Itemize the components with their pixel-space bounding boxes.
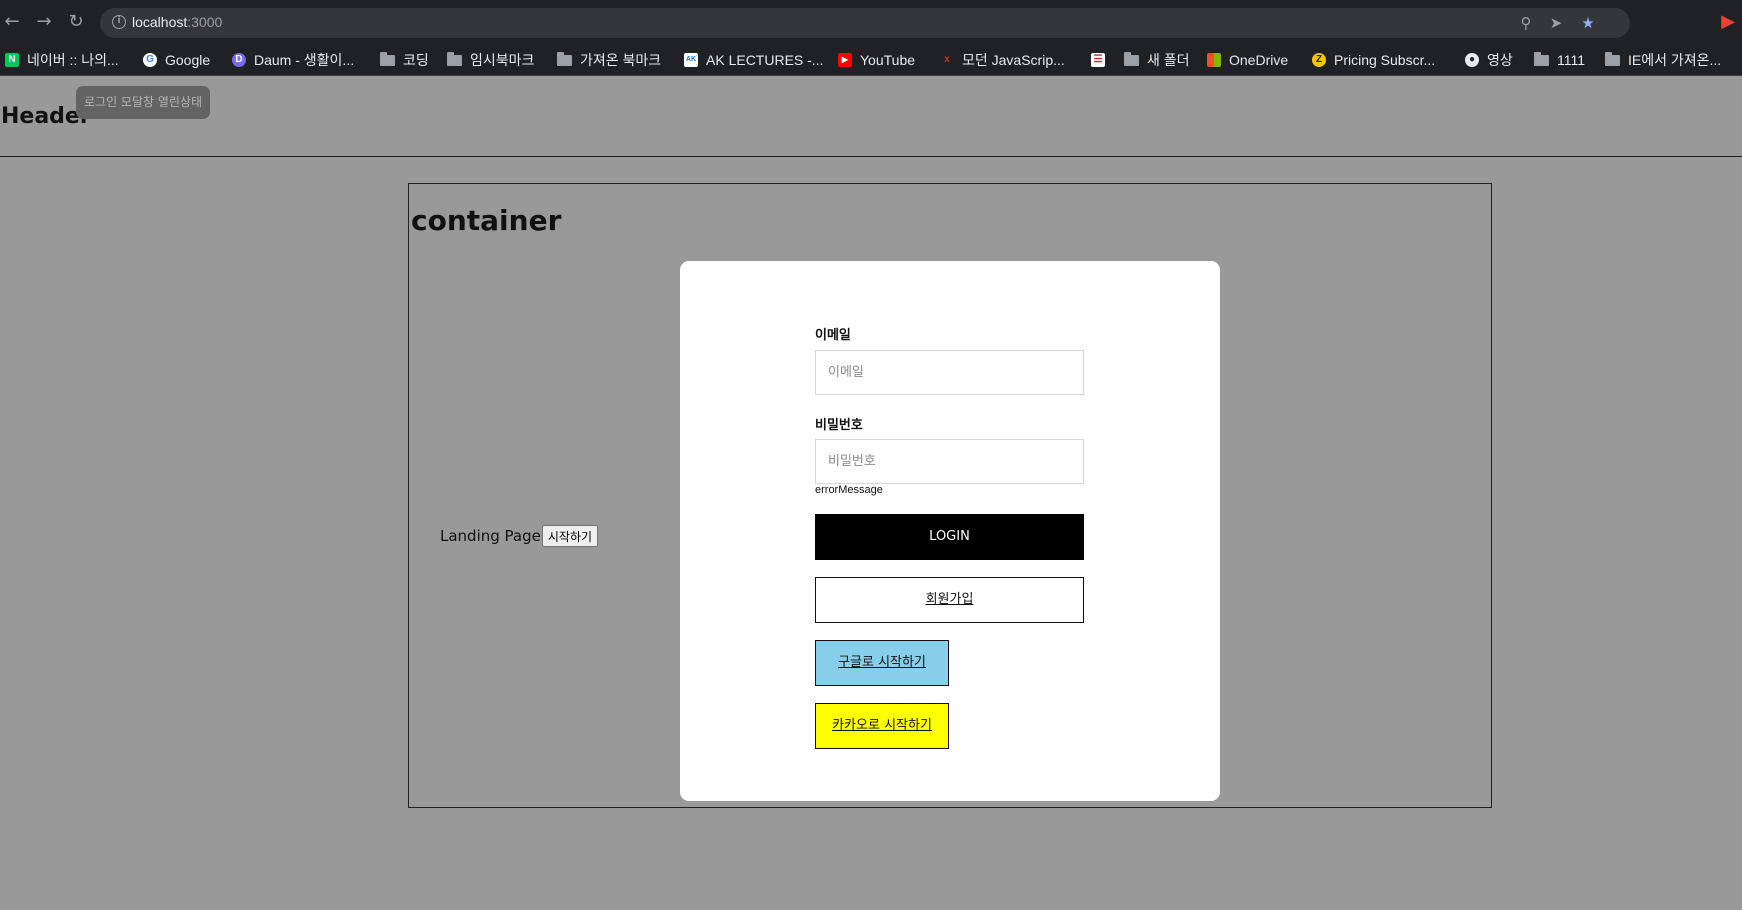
bookmark-label: 영상 (1487, 52, 1513, 68)
ak-icon: AK (684, 53, 698, 67)
url-port: :3000 (187, 14, 223, 30)
bookmark-label: 모던 JavaScrip... (962, 52, 1065, 68)
bookmark-label: 네이버 :: 나의... (27, 52, 119, 68)
pricing-icon: Z (1312, 53, 1326, 67)
bookmark-star-icon[interactable]: ★ (1578, 13, 1598, 33)
signup-button[interactable]: 회원가입 (815, 577, 1084, 623)
bookmark-label: OneDrive (1229, 52, 1289, 68)
reload-icon[interactable]: ↻ (66, 12, 86, 32)
folder-icon (1124, 51, 1139, 66)
bookmark-onedrive[interactable]: OneDrive (1207, 49, 1288, 71)
url-text[interactable]: localhost:3000 (132, 14, 222, 30)
youtube-icon: ▶ (838, 53, 852, 67)
bookmark-ak-lectures[interactable]: AK AK LECTURES -... (684, 49, 823, 71)
js-icon: x (944, 54, 950, 65)
bookmark-daum[interactable]: D Daum - 생활이... (232, 49, 354, 71)
password-label: 비밀번호 (815, 418, 863, 433)
bookmark-folder-ie[interactable]: IE에서 가져온... (1605, 49, 1721, 71)
kakao-login-button[interactable]: 카카오로 시작하기 (815, 703, 949, 749)
bookmarks-bar: N 네이버 :: 나의... G Google D Daum - 생활이... 코딩 … (0, 44, 1742, 76)
bookmark-label: IE에서 가져온... (1628, 52, 1722, 68)
bookmark-label: 코딩 (403, 52, 429, 68)
bookmark-folder-imported[interactable]: 가져온 북마크 (557, 49, 661, 71)
bookmark-label: Pricing Subscr... (1334, 52, 1436, 68)
globe-icon: ● (1465, 53, 1479, 67)
page-header: Header 로그인 모달창 열린상태 (0, 77, 1742, 157)
bookmark-folder-new[interactable]: 새 폴더 (1124, 49, 1190, 71)
folder-icon (447, 51, 462, 66)
landing-text: Landing Page (440, 527, 541, 545)
error-message: errorMessage (815, 484, 883, 496)
bookmark-label: Daum - 생활이... (254, 52, 355, 68)
address-bar[interactable]: i localhost:3000 ⚲ ➤ ★ (100, 8, 1630, 38)
landing-section: Landing Page 시작하기 (440, 525, 599, 547)
naver-icon: N (5, 53, 19, 67)
send-icon[interactable]: ➤ (1546, 13, 1566, 33)
email-input[interactable] (815, 350, 1084, 395)
email-label: 이메일 (815, 328, 851, 343)
zoom-icon[interactable]: ⚲ (1516, 13, 1536, 33)
bookmark-folder-coding[interactable]: 코딩 (380, 49, 429, 71)
bookmark-video[interactable]: ● 영상 (1465, 49, 1513, 71)
bookmark-label: 새 폴더 (1147, 52, 1190, 68)
google-login-button[interactable]: 구글로 시작하기 (815, 640, 949, 686)
url-host: localhost (132, 14, 188, 30)
site-icon: ☰ (1091, 53, 1105, 67)
bookmark-label: Google (165, 52, 211, 68)
bookmark-label: YouTube (860, 52, 916, 68)
container-title: container (411, 204, 562, 237)
onedrive-icon (1207, 53, 1221, 67)
bookmark-pricing[interactable]: Z Pricing Subscr... (1312, 49, 1435, 71)
bookmark-folder-temp[interactable]: 임시북마크 (447, 49, 534, 71)
folder-icon (380, 51, 395, 66)
folder-icon (1605, 51, 1620, 66)
login-button[interactable]: LOGIN (815, 514, 1084, 560)
bookmark-folder-1111[interactable]: 1111 (1534, 49, 1585, 71)
bookmark-label: 임시북마크 (470, 52, 535, 68)
site-info-icon[interactable]: i (112, 15, 126, 29)
bookmark-google[interactable]: G Google (143, 49, 210, 71)
folder-icon (1534, 51, 1549, 66)
browser-toolbar: ← → ↻ i localhost:3000 ⚲ ➤ ★ ▶ (0, 0, 1742, 44)
bookmark-modern-js[interactable]: x 모던 JavaScrip... (940, 49, 1065, 71)
start-button[interactable]: 시작하기 (541, 525, 599, 547)
bookmark-site[interactable]: ☰ (1091, 49, 1105, 71)
forward-icon[interactable]: → (34, 12, 54, 32)
bookmark-naver[interactable]: N 네이버 :: 나의... (5, 49, 119, 71)
daum-icon: D (232, 53, 246, 67)
bookmark-youtube[interactable]: ▶ YouTube (838, 49, 915, 71)
modal-state-badge: 로그인 모달창 열린상태 (76, 86, 210, 119)
extension-icon[interactable]: ▶ (1718, 12, 1738, 32)
google-icon: G (143, 53, 157, 67)
password-input[interactable] (815, 439, 1084, 484)
back-icon[interactable]: ← (2, 12, 22, 32)
login-modal: 이메일 비밀번호 errorMessage LOGIN 회원가입 구글로 시작하… (680, 261, 1220, 801)
bookmark-label: AK LECTURES -... (706, 52, 824, 68)
folder-icon (557, 51, 572, 66)
bookmark-label: 가져온 북마크 (580, 52, 662, 68)
bookmark-label: 1111 (1557, 52, 1586, 68)
